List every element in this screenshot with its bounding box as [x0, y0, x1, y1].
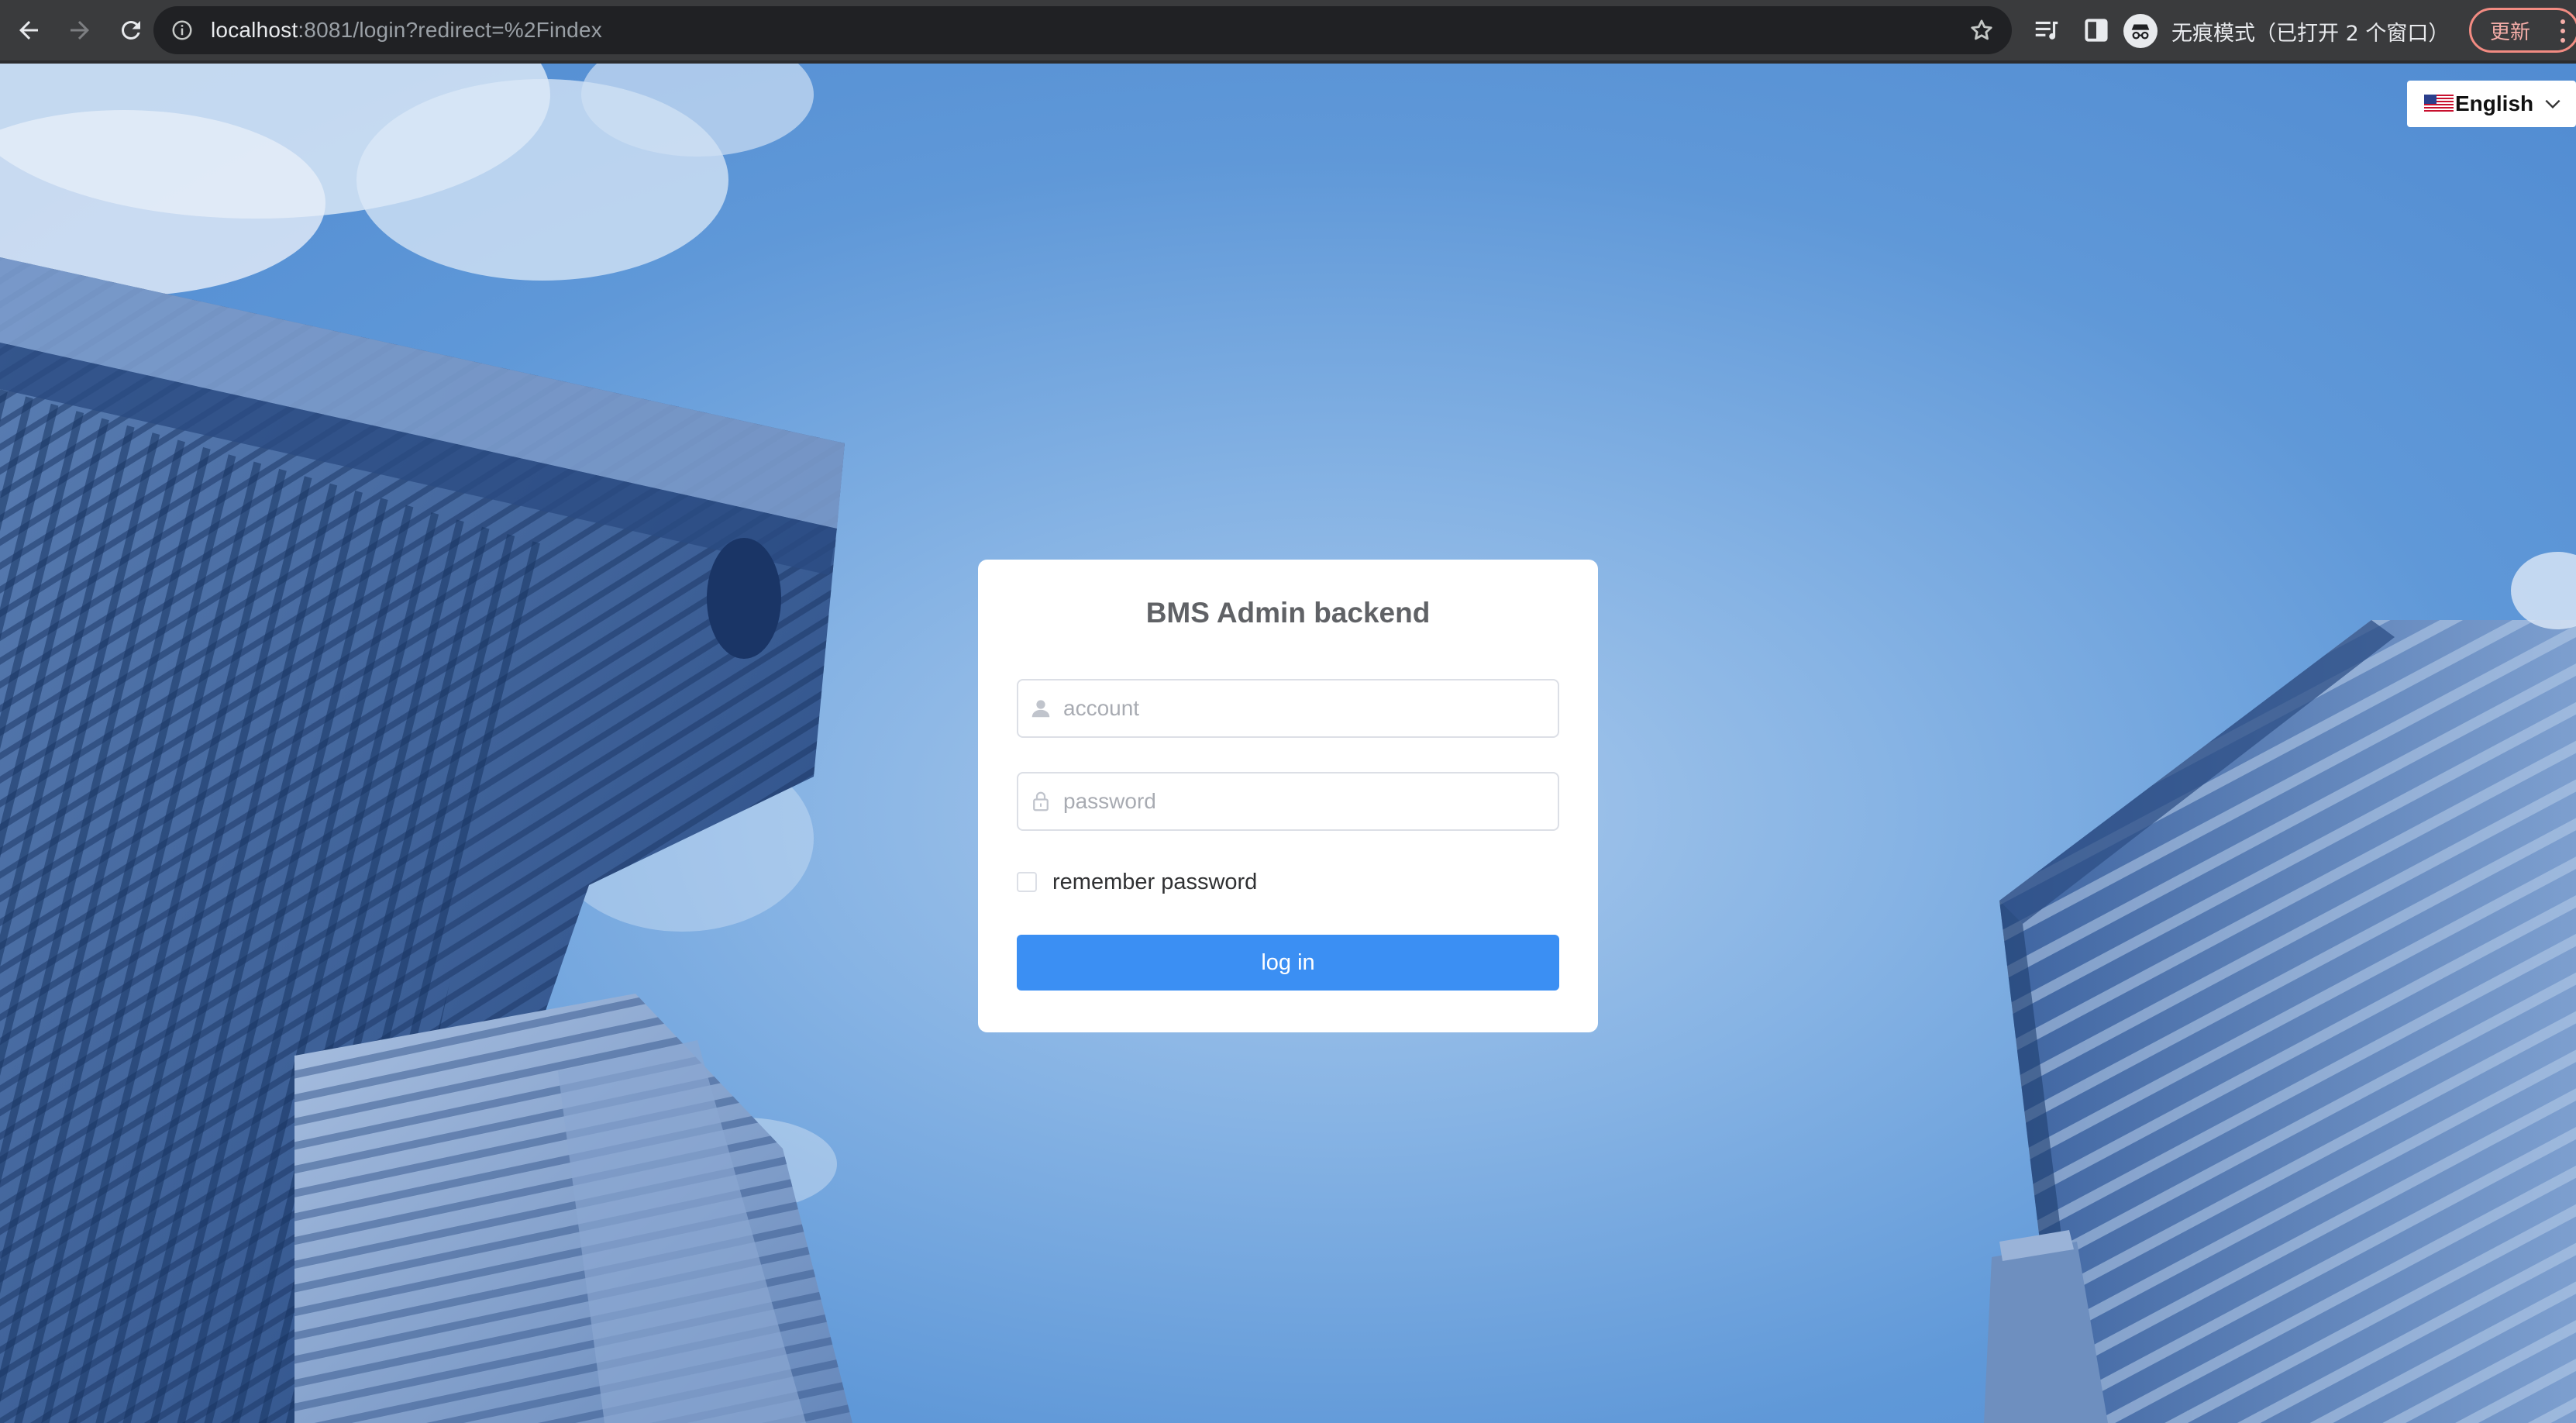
remember-password-option[interactable]: remember password [1017, 868, 1257, 896]
browser-toolbar: localhost:8081/login?redirect=%2Findex [0, 0, 2576, 64]
login-title: BMS Admin backend [1145, 597, 1431, 629]
incognito-indicator[interactable]: 无痕模式（已打开 2 个窗口） [2123, 9, 2449, 53]
reading-list-icon[interactable] [2032, 16, 2061, 45]
lock-icon [1033, 791, 1049, 811]
chevron-down-icon [2545, 99, 2561, 109]
login-form: BMS Admin backend remember password log … [978, 560, 1598, 1032]
url-path: :8081/login?redirect=%2Findex [298, 18, 602, 42]
browser-update-button[interactable]: 更新 [2469, 8, 2576, 53]
arrow-right-icon [71, 21, 89, 40]
more-menu-icon[interactable] [2560, 18, 2566, 44]
incognito-label: 无痕模式（已打开 2 个窗口） [2171, 21, 2450, 46]
password-field[interactable] [1017, 772, 1559, 831]
user-icon [1031, 700, 1050, 718]
back-button[interactable] [6, 8, 51, 53]
site-info-icon[interactable] [170, 19, 194, 42]
forward-button[interactable] [57, 8, 102, 53]
reload-button[interactable] [108, 8, 153, 53]
account-field[interactable] [1017, 679, 1559, 738]
remember-password-label[interactable]: remember password [1052, 870, 1257, 895]
incognito-avatar [2123, 14, 2158, 48]
account-input[interactable] [1063, 685, 1544, 732]
password-input[interactable] [1063, 778, 1544, 825]
bookmark-star-icon[interactable] [1968, 17, 1995, 43]
arrow-left-icon [19, 21, 38, 40]
remember-password-checkbox[interactable] [1017, 872, 1037, 892]
browser-window: localhost:8081/login?redirect=%2Findex [0, 0, 2576, 1423]
login-button[interactable]: log in [1017, 935, 1559, 991]
url-host: localhost [211, 18, 298, 42]
language-selector[interactable]: English [2407, 81, 2576, 127]
side-panel-icon[interactable] [2082, 16, 2111, 45]
incognito-icon [2131, 24, 2150, 40]
reload-icon [122, 21, 140, 40]
language-label: English [2455, 91, 2534, 115]
update-label: 更新 [2490, 20, 2531, 44]
us-flag-icon [2424, 95, 2454, 113]
address-bar[interactable]: localhost:8081/login?redirect=%2Findex [153, 6, 2012, 54]
